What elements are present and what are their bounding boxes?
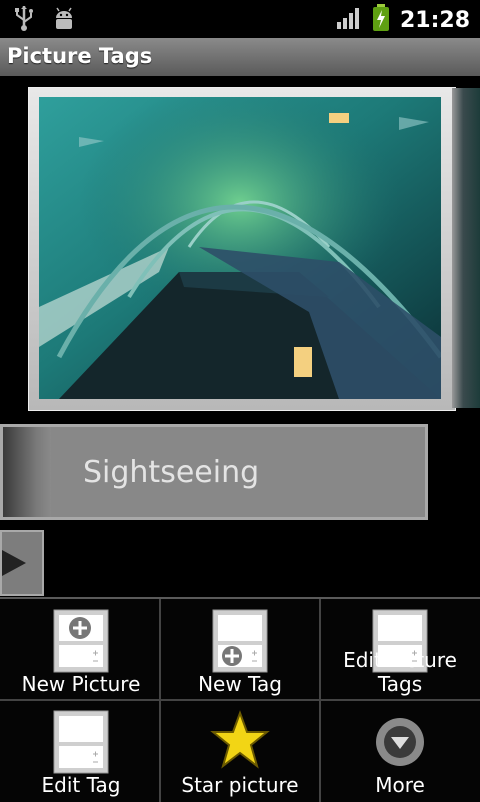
- new-picture-icon: [53, 609, 109, 677]
- menu-item-label: Star picture: [181, 773, 299, 797]
- tag-strip-edge: [3, 427, 51, 517]
- menu-item-label: New Tag: [198, 672, 282, 696]
- status-bar: 21:28: [0, 0, 480, 38]
- tag-scroll-button[interactable]: [0, 530, 44, 596]
- menu-item-edit-tag[interactable]: Edit Tag: [2, 702, 160, 801]
- menu-item-label: Edit Tag: [41, 773, 121, 797]
- star-icon: [210, 710, 270, 776]
- picture-gallery[interactable]: [0, 76, 480, 421]
- clock: 21:28: [399, 7, 470, 33]
- title-bar: Picture Tags: [0, 38, 480, 76]
- usb-icon: [14, 6, 34, 36]
- edit-tag-icon: [53, 710, 109, 778]
- new-tag-icon: [212, 609, 268, 677]
- android-debug-icon: [52, 7, 76, 35]
- menu-item-more[interactable]: More: [321, 702, 479, 801]
- app-title: Picture Tags: [7, 44, 153, 68]
- chevron-right-icon: [2, 550, 26, 576]
- menu-item-label: New Picture: [21, 672, 141, 696]
- signal-icon: [336, 6, 362, 34]
- battery-charging-icon: [372, 4, 390, 36]
- menu-item-new-picture[interactable]: New Picture: [2, 601, 160, 700]
- menu-item-edit-picture-tags[interactable]: Edit Picture Tags: [321, 601, 479, 700]
- menu-item-new-tag[interactable]: New Tag: [161, 601, 319, 700]
- options-menu: New Picture New Tag Edit Picture Tags Ed…: [0, 597, 480, 802]
- menu-item-label: Edit Picture Tags: [343, 648, 457, 696]
- menu-item-star-picture[interactable]: Star picture: [161, 702, 319, 801]
- more-icon: [372, 710, 428, 774]
- tag-selector[interactable]: Sightseeing: [0, 424, 428, 520]
- current-picture[interactable]: [28, 87, 456, 411]
- aquarium-tunnel-photo: [39, 97, 441, 399]
- current-tag-label: Sightseeing: [83, 455, 260, 490]
- next-picture-preview[interactable]: [452, 88, 480, 408]
- menu-item-label: More: [375, 773, 425, 797]
